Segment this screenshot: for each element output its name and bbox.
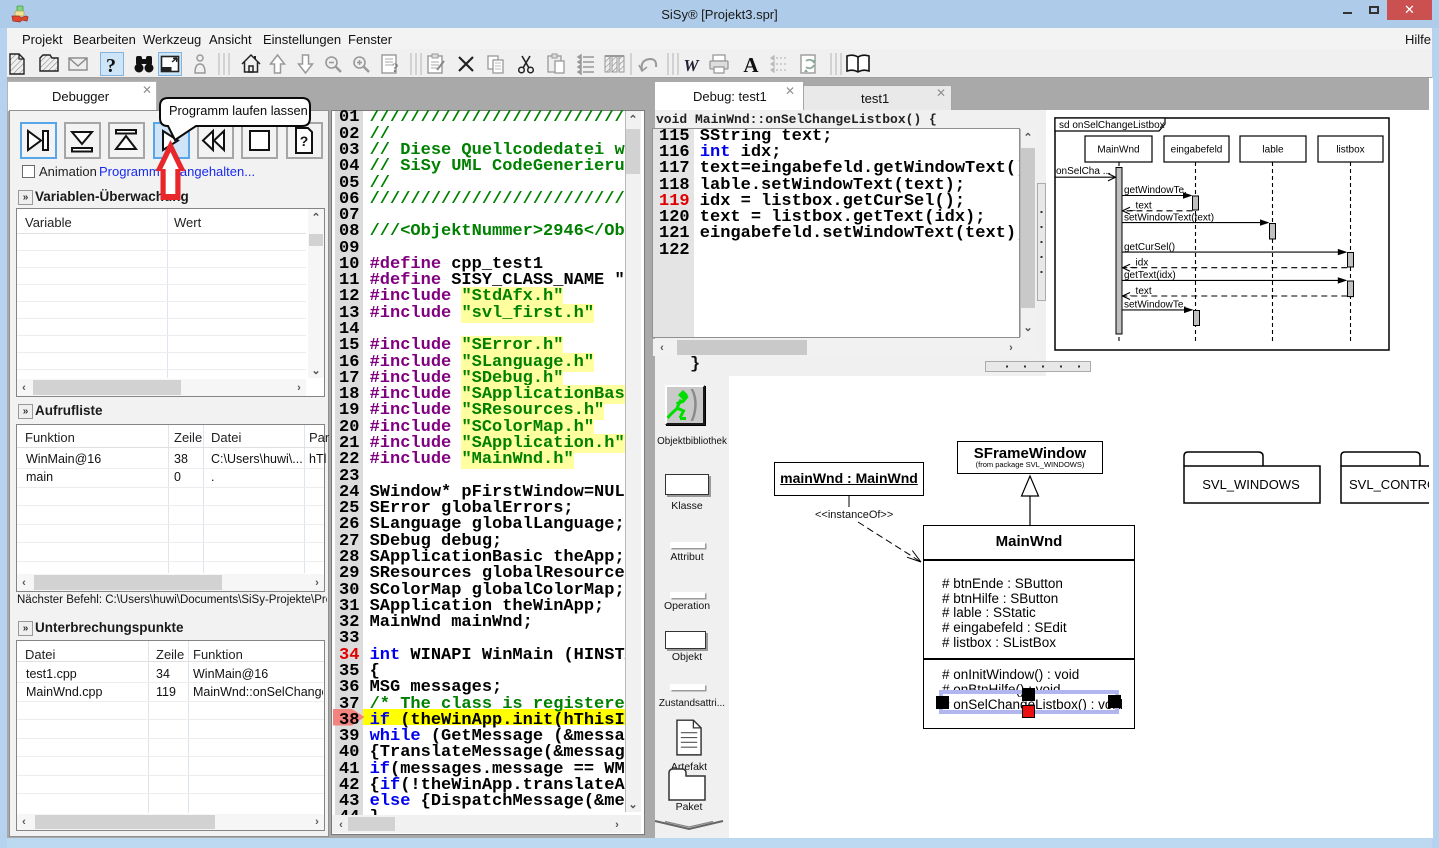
svg-text:lable: lable [1262,145,1284,156]
svg-text:setWindowTe.: setWindowTe. [1124,300,1186,311]
svg-text:getWindowTe.: getWindowTe. [1124,185,1187,196]
svg-text:?: ? [392,60,399,75]
svg-text:_text: _text [1129,201,1152,212]
svg-text:W: W [683,56,700,75]
svg-text:MainWnd: MainWnd [1097,145,1139,156]
svg-text:getText(idx): getText(idx) [1124,270,1176,281]
svg-text:onSelCha ...: onSelCha ... [1056,166,1111,177]
svg-text:listbox: listbox [1336,145,1364,156]
svg-text:_idx: _idx [1129,258,1148,269]
svg-text:eingabefeld: eingabefeld [1171,145,1223,156]
svg-text:sd onSelChangeListbox: sd onSelChangeListbox [1059,120,1165,131]
svg-text:setWindowText(text): setWindowText(text) [1124,212,1214,223]
svg-text:?: ? [106,55,116,77]
svg-text:A: A [743,53,759,77]
svg-text:getCurSel(): getCurSel() [1124,242,1175,253]
svg-text:SVL_WINDOWS: SVL_WINDOWS [1202,477,1300,492]
svg-text:_text: _text [1129,286,1152,297]
svg-text:SVL_CONTROLS: SVL_CONTROLS [1349,477,1432,492]
